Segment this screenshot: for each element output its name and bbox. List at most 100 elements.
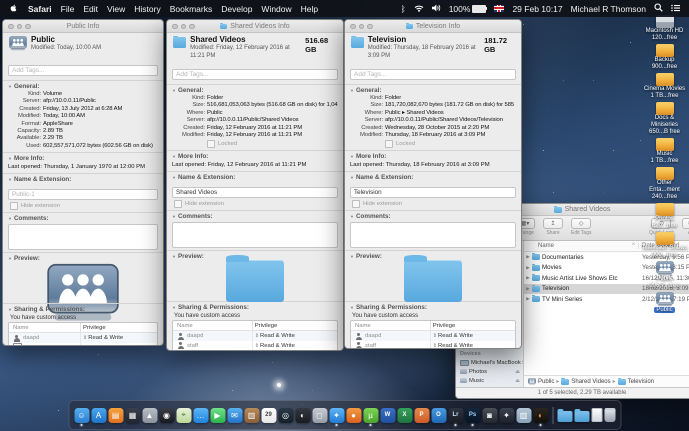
perm-col-privilege[interactable]: Privilege bbox=[429, 321, 515, 331]
disclosure-triangle-icon[interactable]: ▼ bbox=[172, 175, 176, 180]
minimize-button[interactable] bbox=[16, 23, 22, 29]
add-tags-input[interactable] bbox=[8, 65, 158, 76]
hide-extension-checkbox[interactable] bbox=[352, 200, 360, 209]
menu-develop[interactable]: Develop bbox=[221, 4, 252, 14]
eject-icon[interactable]: ⏏ bbox=[515, 369, 520, 375]
name-ext-input[interactable] bbox=[350, 187, 516, 199]
dock-safari-icon[interactable]: ✦ bbox=[329, 407, 344, 426]
disclosure-triangle-icon[interactable]: ▶ bbox=[524, 265, 532, 271]
dock-photoshop-icon[interactable]: Ps bbox=[465, 407, 480, 426]
dock-rocket-app-icon[interactable]: ▲ bbox=[142, 407, 157, 423]
notification-center-icon[interactable] bbox=[671, 4, 680, 14]
zoom-button[interactable] bbox=[25, 23, 31, 29]
dock-archive-app-icon[interactable]: ▥ bbox=[516, 407, 531, 423]
info-titlebar[interactable]: Television Info bbox=[345, 20, 521, 33]
privilege-select[interactable]: ⇕ Read & Write bbox=[429, 331, 515, 341]
perm-col-name[interactable]: Name bbox=[351, 323, 430, 329]
perm-col-name[interactable]: Name bbox=[9, 325, 80, 331]
dock-dark-globe-app-icon[interactable]: ◉ bbox=[159, 407, 174, 423]
desktop-icon-music[interactable]: Music 1 TB...free bbox=[641, 138, 688, 165]
info-titlebar[interactable]: Public Info bbox=[3, 20, 163, 33]
disclosure-triangle-icon[interactable]: ▼ bbox=[8, 84, 12, 89]
dock-contacts-icon[interactable]: ▥ bbox=[244, 407, 259, 423]
menu-history[interactable]: History bbox=[134, 4, 160, 14]
desktop-icon-backup[interactable]: Backup 900...free bbox=[641, 44, 688, 71]
disclosure-triangle-icon[interactable]: ▼ bbox=[350, 154, 354, 159]
privilege-select[interactable]: ⇕ Read & Write bbox=[251, 340, 337, 350]
sidebar-item-photos[interactable]: Photos ⏏ bbox=[460, 367, 523, 376]
privilege-select[interactable]: ⇕ Read & Write bbox=[80, 333, 157, 343]
desktop-icon-public[interactable]: Public bbox=[641, 292, 688, 314]
dock-outlook-icon[interactable]: O bbox=[431, 407, 446, 423]
disclosure-triangle-icon[interactable]: ▶ bbox=[524, 254, 532, 260]
permission-row[interactable]: daapd ⇕ Read & Write bbox=[351, 331, 515, 341]
disclosure-triangle-icon[interactable]: ▼ bbox=[8, 177, 12, 182]
apple-menu-icon[interactable] bbox=[9, 3, 18, 15]
zoom-button[interactable] bbox=[189, 23, 195, 29]
edit-tags-button[interactable]: ◇ bbox=[571, 218, 592, 229]
dock-maps-icon[interactable]: ⌖ bbox=[176, 407, 191, 423]
sidebar-item-michael-s-macbook-pro[interactable]: Michael's MacBook Pro bbox=[460, 358, 523, 367]
locked-checkbox[interactable] bbox=[207, 140, 215, 149]
disclosure-triangle-icon[interactable]: ▼ bbox=[172, 214, 176, 219]
disclosure-triangle-icon[interactable]: ▼ bbox=[8, 156, 12, 161]
desktop-icon-macintosh-hd[interactable]: Macintosh HD 120...free bbox=[641, 15, 688, 42]
menu-edit[interactable]: Edit bbox=[83, 4, 98, 14]
disclosure-triangle-icon[interactable]: ▼ bbox=[350, 254, 354, 259]
dock-powerpoint-icon[interactable]: P bbox=[414, 407, 429, 423]
menu-bookmarks[interactable]: Bookmarks bbox=[170, 4, 213, 14]
dock-excel-icon[interactable]: X bbox=[397, 407, 412, 423]
disclosure-triangle-icon[interactable]: ▼ bbox=[350, 214, 354, 219]
disclosure-triangle-icon[interactable]: ▶ bbox=[524, 275, 532, 281]
privilege-select[interactable]: ⇕Read only bbox=[252, 350, 337, 351]
comments-box[interactable] bbox=[8, 224, 158, 251]
name-ext-input[interactable] bbox=[172, 187, 338, 199]
dock-mail-icon[interactable]: ✉ bbox=[227, 407, 242, 423]
disclosure-triangle-icon[interactable]: ▼ bbox=[172, 305, 176, 310]
close-button[interactable] bbox=[8, 23, 14, 29]
close-button[interactable] bbox=[350, 23, 356, 29]
dock-gray-app-icon[interactable]: ◻ bbox=[312, 407, 327, 423]
menu-clock[interactable]: 29 Feb 10:17 bbox=[512, 4, 562, 14]
disclosure-triangle-icon[interactable]: ▼ bbox=[350, 175, 354, 180]
desktop-icon-other-enta-ment[interactable]: Other Enta...ment 240...free bbox=[641, 167, 688, 200]
comments-box[interactable] bbox=[350, 222, 516, 249]
dock-firefox-icon[interactable]: ● bbox=[346, 407, 361, 423]
disclosure-triangle-icon[interactable]: ▶ bbox=[524, 296, 532, 302]
perm-col-privilege[interactable]: Privilege bbox=[80, 323, 157, 333]
add-tags-input[interactable] bbox=[350, 69, 516, 80]
dock-launchpad-icon[interactable]: ▦ bbox=[125, 407, 140, 423]
comments-box[interactable] bbox=[172, 222, 338, 249]
zoom-button[interactable] bbox=[367, 23, 373, 29]
close-button[interactable] bbox=[172, 23, 178, 29]
dock-word-icon[interactable]: W bbox=[380, 407, 395, 423]
get-info-window[interactable]: Public Info Public Modified: Today, 10:0… bbox=[2, 19, 164, 346]
disclosure-triangle-icon[interactable]: ▼ bbox=[172, 154, 176, 159]
dock-documents-stack-icon[interactable] bbox=[591, 408, 602, 422]
locked-checkbox[interactable] bbox=[385, 140, 393, 149]
permission-row[interactable]: staff ⇕ Read & Write bbox=[173, 340, 337, 350]
path-item-public[interactable]: Public bbox=[528, 378, 554, 385]
dock-app-store-icon[interactable]: A bbox=[91, 407, 106, 423]
volume-icon[interactable] bbox=[431, 4, 441, 14]
spotlight-icon[interactable] bbox=[654, 3, 663, 14]
hide-extension-checkbox[interactable] bbox=[10, 202, 18, 211]
disclosure-triangle-icon[interactable]: ▼ bbox=[350, 88, 354, 93]
disclosure-triangle-icon[interactable]: ▼ bbox=[8, 307, 12, 312]
add-tags-input[interactable] bbox=[172, 69, 338, 80]
perm-col-privilege[interactable]: Privilege bbox=[251, 321, 337, 331]
input-language-flag-icon[interactable] bbox=[494, 5, 505, 12]
dock-facetime-icon[interactable]: ▶ bbox=[210, 407, 225, 423]
dock-ibooks-icon[interactable]: ▤ bbox=[108, 407, 123, 423]
battery-indicator[interactable]: 100% bbox=[449, 4, 488, 14]
dock-sparkle-app-icon[interactable]: ✦ bbox=[499, 407, 514, 423]
dock-messages-icon[interactable]: … bbox=[193, 407, 208, 423]
disclosure-triangle-icon[interactable]: ▼ bbox=[8, 256, 12, 261]
path-item-television[interactable]: Television bbox=[617, 377, 654, 385]
info-titlebar[interactable]: Shared Videos Info bbox=[167, 20, 343, 33]
dock-utorrent-icon[interactable]: µ bbox=[363, 407, 378, 426]
dock-downloads-folder-icon[interactable] bbox=[557, 409, 572, 422]
dock-steam-icon[interactable]: ◎ bbox=[278, 407, 293, 423]
desktop-icon-docs-miniseries[interactable]: Docs & Miniseries 650...B free bbox=[641, 102, 688, 135]
disclosure-triangle-icon[interactable]: ▼ bbox=[8, 216, 12, 221]
